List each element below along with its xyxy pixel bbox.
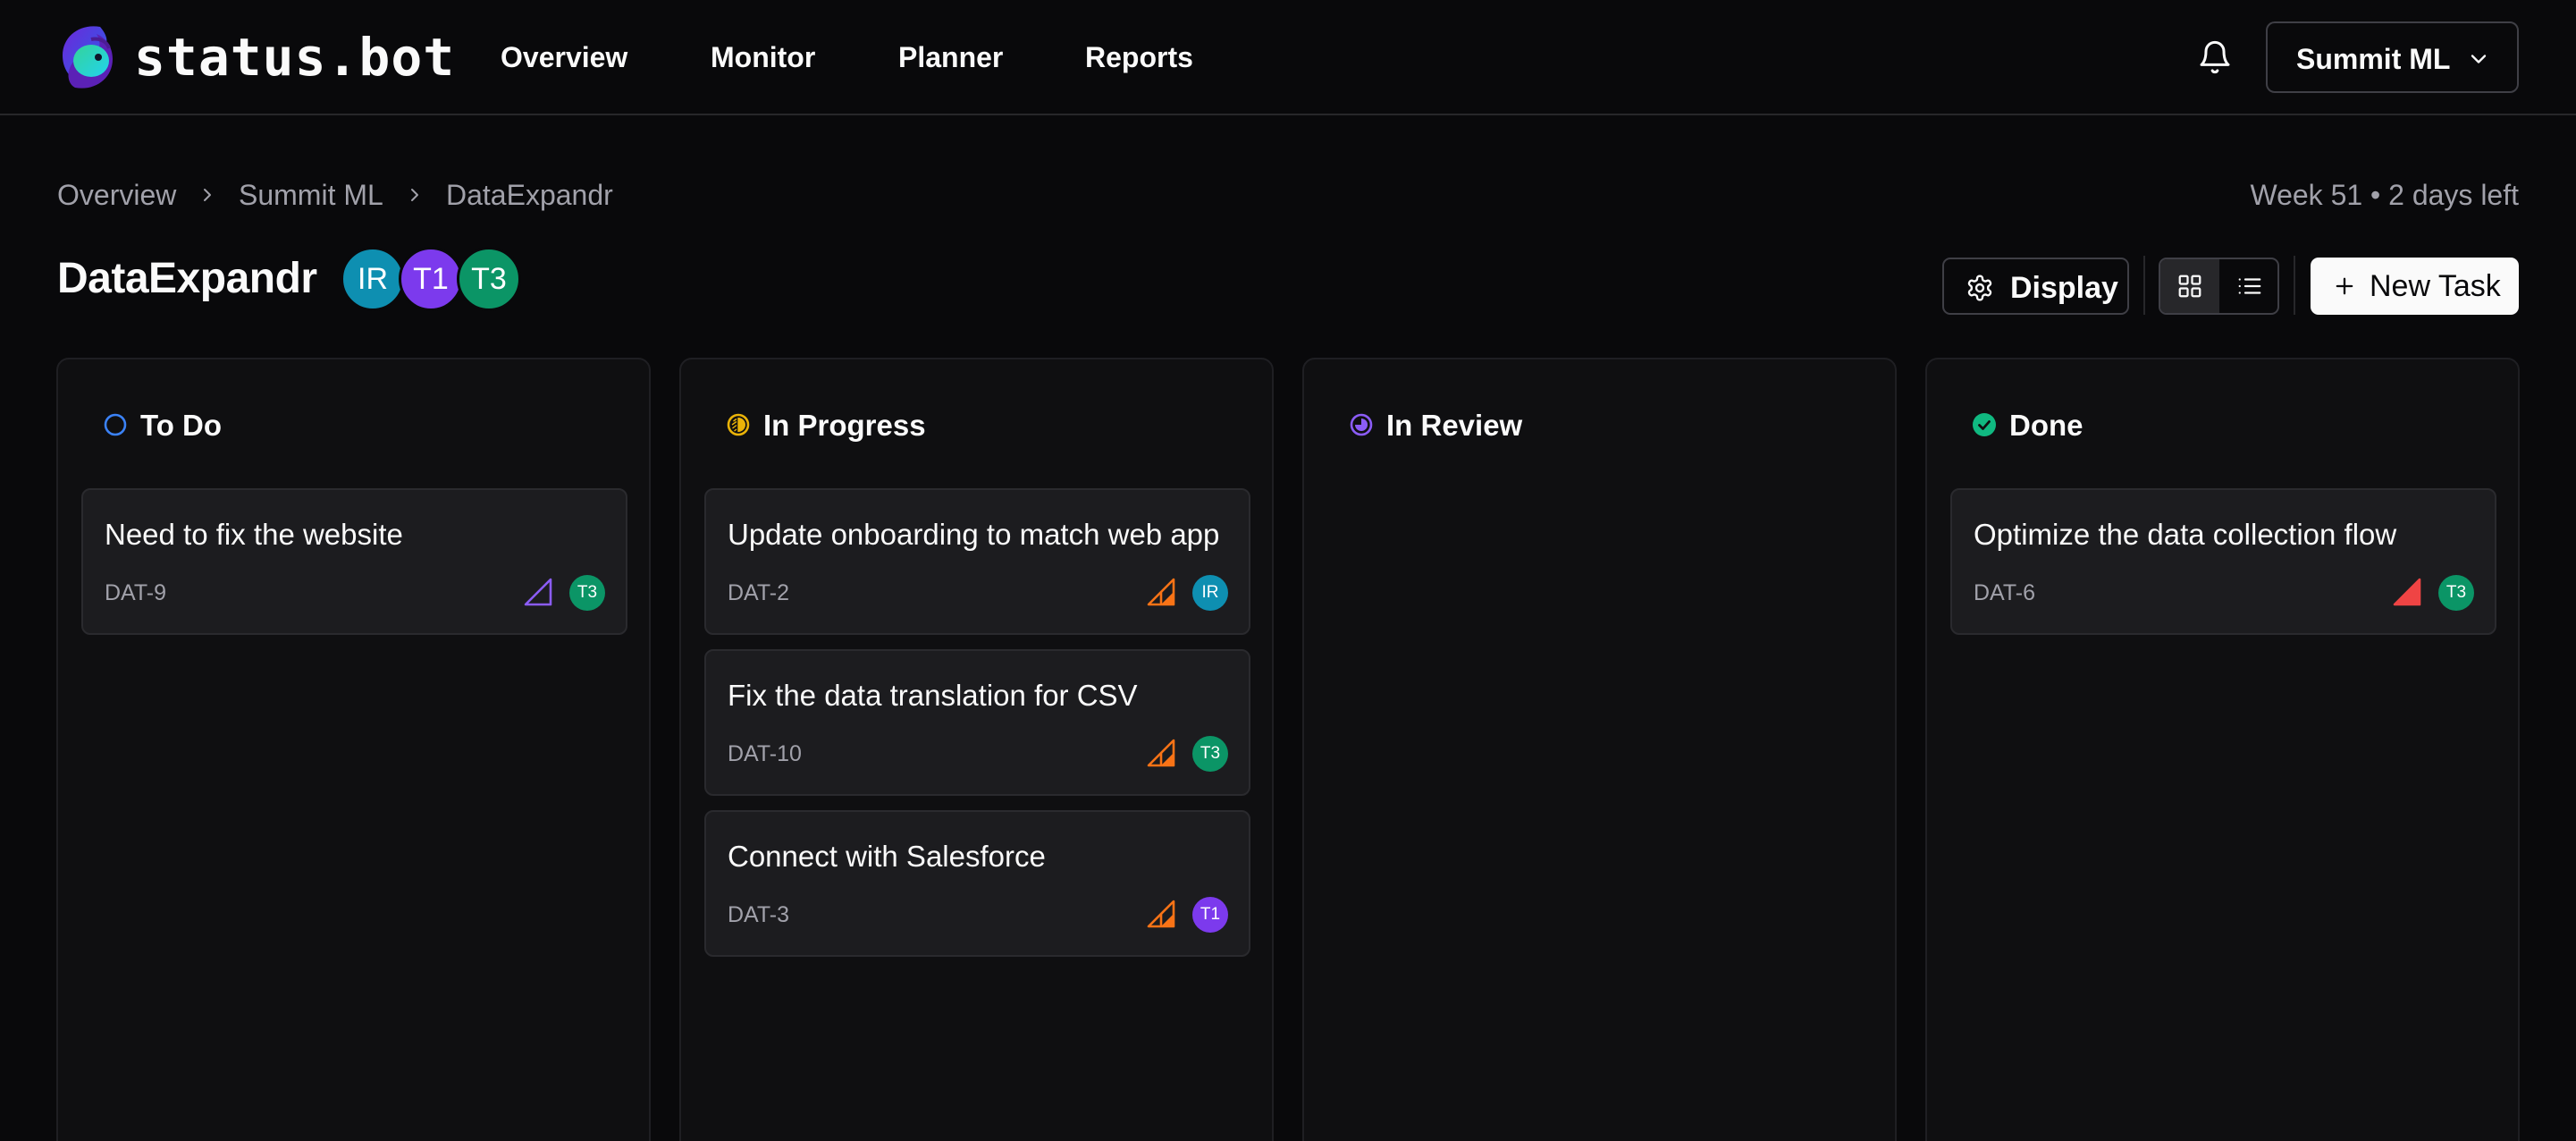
breadcrumb-project[interactable]: DataExpandr [446,177,613,213]
member-avatar[interactable]: T1 [399,247,463,311]
member-avatar[interactable]: IR [341,247,405,311]
display-button-label: Display [2010,271,2118,305]
assignee-avatar[interactable]: IR [1192,575,1228,611]
task-title: Fix the data translation for CSV [728,679,1138,712]
priority-low-icon [524,578,552,606]
priority-medium-icon [1147,578,1175,606]
assignee-avatar[interactable]: T3 [569,575,605,611]
view-toggle [2159,258,2279,315]
in-progress-icon [727,413,750,436]
chevron-right-icon [204,189,211,201]
assignee-avatar[interactable]: T3 [2438,575,2474,611]
todo-circle-icon [104,413,127,436]
task-title: Connect with Salesforce [728,840,1046,873]
toolbar-divider [2294,256,2295,315]
chevron-right-icon [411,189,418,201]
task-card[interactable]: Fix the data translation for CSV DAT-10 … [704,649,1250,796]
column-todo: To Do Need to fix the website DAT-9 T3 [56,358,651,1141]
chevron-down-icon [2471,55,2487,63]
workspace-name: Summit ML [2296,43,2451,75]
board-view-button[interactable] [2160,259,2219,313]
priority-high-icon [2393,578,2421,606]
workspace-switcher[interactable]: Summit ML [2266,21,2519,93]
nav-link-planner[interactable]: Planner [898,39,1003,75]
app-logo-text[interactable]: status.bot [134,27,455,88]
priority-medium-icon [1147,739,1175,767]
task-id: DAT-2 [728,580,789,605]
nav-link-overview[interactable]: Overview [501,39,627,75]
week-remaining-info: Week 51 • 2 days left [2250,179,2519,211]
top-navigation: status.bot Overview Monitor Planner Repo… [0,0,2576,115]
list-view-icon [2238,278,2261,294]
grid-view-icon [2178,275,2201,298]
task-id: DAT-3 [728,902,789,927]
task-id: DAT-9 [105,580,166,605]
done-check-icon [1973,413,1996,436]
breadcrumb-overview[interactable]: Overview [57,177,176,213]
nav-link-reports[interactable]: Reports [1085,39,1193,75]
list-view-button[interactable] [2220,259,2277,313]
column-title: In Review [1386,409,1523,442]
assignee-avatar[interactable]: T3 [1192,736,1228,772]
assignee-avatar[interactable]: T1 [1192,897,1228,933]
plus-icon [2336,277,2353,295]
status-bot-logo-icon[interactable] [55,20,120,95]
column-title: Done [2009,409,2084,442]
task-card[interactable]: Optimize the data collection flow DAT-6 … [1950,488,2496,635]
member-avatar[interactable]: T3 [457,247,521,311]
task-title: Update onboarding to match web app [728,518,1220,551]
task-id: DAT-6 [1974,580,2035,605]
column-title: In Progress [763,409,926,442]
display-options-button[interactable]: Display [1942,258,2129,315]
column-in-review: In Review [1302,358,1897,1141]
task-card[interactable]: Update onboarding to match web app DAT-2… [704,488,1250,635]
breadcrumb-workspace[interactable]: Summit ML [239,177,383,213]
in-review-icon [1350,413,1373,436]
nav-link-monitor[interactable]: Monitor [711,39,815,75]
task-card[interactable]: Need to fix the website DAT-9 T3 [81,488,627,635]
task-card[interactable]: Connect with Salesforce DAT-3 T1 [704,810,1250,957]
column-in-progress: In Progress Update onboarding to match w… [679,358,1274,1141]
new-task-button[interactable]: New Task [2311,258,2519,315]
priority-medium-icon [1147,900,1175,928]
page-title: DataExpandr [57,255,317,302]
task-title: Need to fix the website [105,518,403,551]
task-title: Optimize the data collection flow [1974,518,2397,551]
gear-icon [1967,275,1992,301]
notifications-bell-icon[interactable] [2197,38,2233,77]
toolbar-divider [2143,256,2145,315]
column-done: Done Optimize the data collection flow D… [1925,358,2520,1141]
task-id: DAT-10 [728,741,802,766]
column-title: To Do [140,409,223,442]
new-task-label: New Task [2370,269,2501,303]
